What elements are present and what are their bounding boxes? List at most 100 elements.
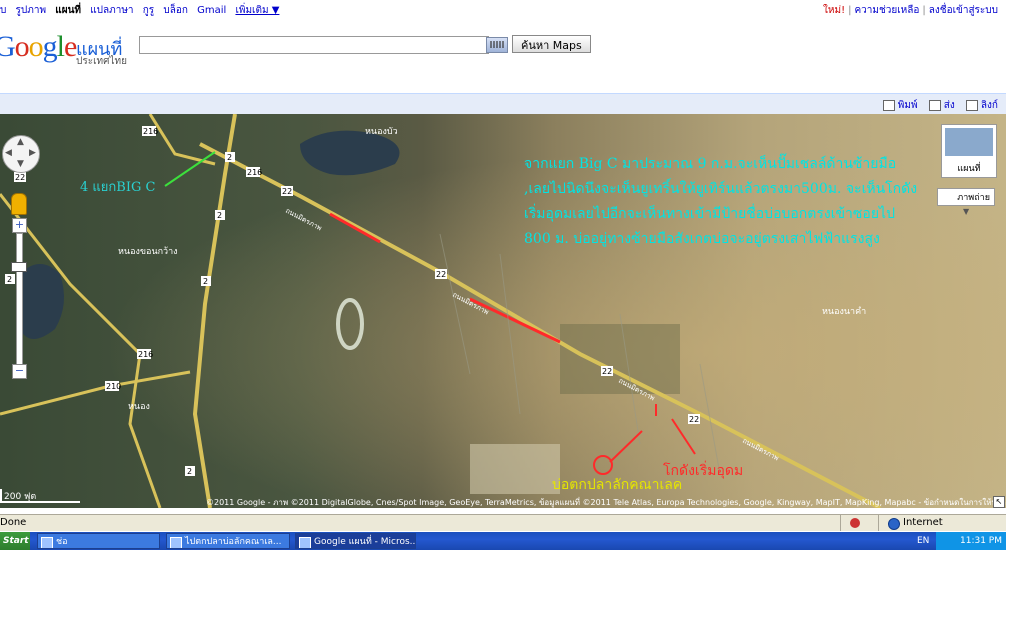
pan-right-icon[interactable]: ▶ <box>29 148 36 158</box>
place-nongkhonkwang: หนองขอนกว้าง <box>118 246 178 257</box>
document-icon <box>170 537 182 548</box>
shield-22-b: 22 <box>436 270 446 279</box>
chain-link-icon <box>965 99 978 111</box>
popup-blocked-icon[interactable] <box>850 518 860 528</box>
folder-icon <box>41 537 53 548</box>
reservoir-north <box>300 130 400 176</box>
zoom-out-button[interactable]: − <box>12 364 27 379</box>
globe-icon <box>888 518 900 530</box>
link-link[interactable]: ลิงก์ <box>965 99 998 111</box>
status-text: Done <box>0 517 27 528</box>
pan-left-icon[interactable]: ◀ <box>5 148 12 158</box>
bigc-intersection-label: 4 แยกBIG C <box>80 180 156 195</box>
road-216-north <box>148 114 216 166</box>
envelope-icon <box>928 99 941 111</box>
shield-216-a: 216 <box>143 127 158 136</box>
google-logo[interactable]: Google <box>0 30 77 64</box>
shield-210: 210 <box>106 382 121 391</box>
chevron-down-icon[interactable]: ▼ <box>963 207 969 216</box>
gbar-link-translate[interactable]: แปลภาษา <box>90 5 133 16</box>
gbar-links: บ รูปภาพ แผนที่ แปลภาษา กูรู บล็อก Gmail… <box>0 3 285 18</box>
security-zone-label: Internet <box>903 517 943 528</box>
shield-22-a: 22 <box>282 187 292 196</box>
shield-2-b: 2 <box>217 211 222 220</box>
place-nong: หนอง <box>128 402 150 412</box>
reservoir-west <box>20 264 64 339</box>
browser-icon <box>299 537 311 548</box>
search-maps-button[interactable]: ค้นหา Maps <box>512 35 591 53</box>
gbar-link-images[interactable]: รูปภาพ <box>16 5 47 16</box>
taskbar-item-folder[interactable]: ช่อ <box>37 533 160 549</box>
gbar-link-web[interactable]: บ <box>0 5 6 16</box>
race-track <box>336 298 364 350</box>
taskbar-item-label: ช่อ <box>56 537 68 547</box>
highway-2 <box>192 114 237 508</box>
browser-status-bar: Done Internet <box>0 514 1006 531</box>
road-name-4: ถนนมิตรภาพ <box>741 437 780 463</box>
place-nongbua: หนองบัว <box>365 127 398 137</box>
shield-22-e: 22 <box>689 415 699 424</box>
road-name-1: ถนนมิตรภาพ <box>284 207 323 233</box>
pegman-icon[interactable] <box>11 193 27 215</box>
arrow-warehouse <box>671 418 696 455</box>
language-indicator[interactable]: EN <box>917 532 929 550</box>
fishing-pond-label: บ่อตกปลาลักคณาเลค <box>552 477 683 493</box>
new-link[interactable]: ใหม่! <box>823 5 845 16</box>
place-nongnakham: หนองนาคำ <box>822 306 866 317</box>
pan-up-icon[interactable]: ▲ <box>17 137 24 147</box>
directions-note: จากแยก Big C มาประมาณ 9 ก.ม.จะเห็นปั๊มเช… <box>524 156 918 247</box>
gbar-link-guru[interactable]: กูรู <box>143 5 154 16</box>
header: Google แผนที่ ประเทศไทย ค้นหา Maps <box>0 20 1006 92</box>
shield-216-c: 216 <box>138 350 153 359</box>
logo-country-label: ประเทศไทย <box>76 56 127 67</box>
pan-control[interactable]: ▲ ◀ ▶ ▼ <box>2 135 40 173</box>
print-link[interactable]: พิมพ์ <box>882 99 918 111</box>
help-link[interactable]: ความช่วยเหลือ <box>854 5 919 16</box>
gbar-link-gmail[interactable]: Gmail <box>197 5 226 16</box>
world-map-icon <box>945 128 993 156</box>
map-type-satellite-button[interactable]: ภาพถ่าย <box>937 188 995 206</box>
signin-link[interactable]: ลงชื่อเข้าสู่ระบบ <box>929 5 998 16</box>
send-label: ส่ง <box>943 100 955 111</box>
zoom-slider-handle[interactable] <box>11 262 27 272</box>
scale-bar: 200 ฟุต <box>0 489 80 503</box>
gbar-link-more[interactable]: เพิ่มเติม ▼ <box>235 5 279 16</box>
clock[interactable]: 11:31 PM <box>960 532 1002 550</box>
gbar-right: ใหม่! | ความช่วยเหลือ | ลงชื่อเข้าสู่ระบบ <box>823 5 998 16</box>
road-216-west <box>0 193 162 508</box>
start-button[interactable]: Start <box>0 532 30 550</box>
print-label: พิมพ์ <box>897 100 918 111</box>
zoom-slider-track[interactable] <box>16 233 23 365</box>
pan-down-icon[interactable]: ▼ <box>17 159 24 169</box>
shield-2-d: 2 <box>187 467 192 476</box>
taskbar-item-label: ไปตกปลาบ่อลักคณาเล... <box>185 537 282 547</box>
shield-2-c: 2 <box>203 277 208 286</box>
map-type-map-label: แผนที่ <box>957 164 981 174</box>
shield-2-e: 2 <box>7 275 12 284</box>
taskbar-item-label: Google แผนที่ - Micros... <box>314 537 416 547</box>
shield-216-b: 216 <box>247 168 262 177</box>
map-copyright: ©2011 Google - ภาพ ©2011 DigitalGlobe, C… <box>206 498 1015 507</box>
gbar-link-maps[interactable]: แผนที่ <box>55 5 81 16</box>
zoom-in-button[interactable]: + <box>12 218 27 233</box>
gbar-link-blogs[interactable]: บล็อก <box>163 5 188 16</box>
field-patch-light <box>470 444 560 494</box>
taskbar-item-document[interactable]: ไปตกปลาบ่อลักคณาเล... <box>166 533 290 549</box>
shield-22-d: 22 <box>15 173 25 182</box>
map-type-map-button[interactable]: แผนที่ <box>941 124 997 178</box>
route-highlight-1 <box>329 212 381 244</box>
resize-icon[interactable]: ↖ <box>993 496 1005 508</box>
taskbar-item-browser[interactable]: Google แผนที่ - Micros... <box>295 533 416 549</box>
arrow-pond <box>609 430 643 463</box>
shield-2-a: 2 <box>227 153 232 162</box>
keyboard-icon[interactable] <box>486 37 508 53</box>
send-link[interactable]: ส่ง <box>928 99 955 111</box>
printer-icon <box>882 99 895 111</box>
windows-taskbar: Start ช่อ ไปตกปลาบ่อลักคณาเล... Google แ… <box>0 532 1006 550</box>
link-label: ลิงก์ <box>980 100 998 111</box>
map-toolbar: พิมพ์ ส่ง ลิงก์ <box>0 93 1006 115</box>
shield-22-c: 22 <box>602 367 612 376</box>
pond-circle <box>593 455 613 475</box>
road-210 <box>0 370 191 416</box>
search-input[interactable] <box>139 36 489 54</box>
